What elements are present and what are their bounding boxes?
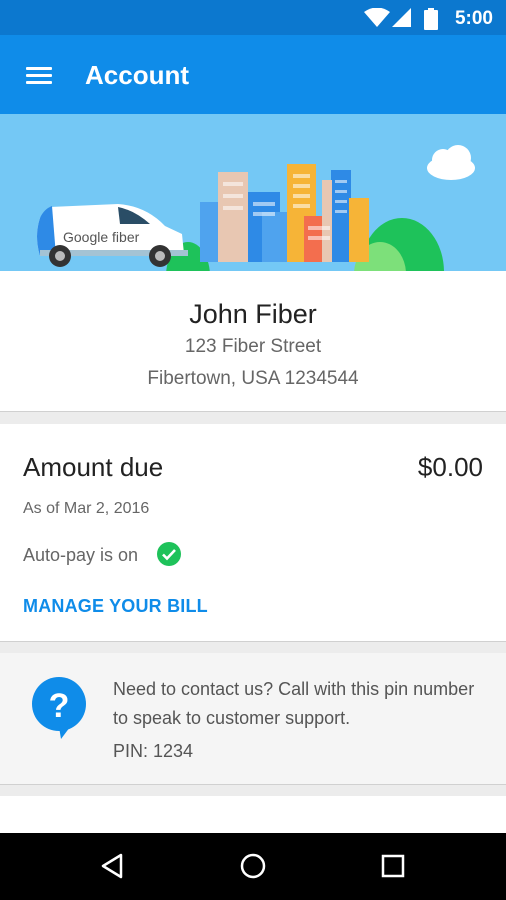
help-icon: ?: [32, 677, 86, 739]
home-icon[interactable]: [238, 851, 268, 881]
support-message: Need to contact us? Call with this pin n…: [113, 679, 475, 728]
app-bar: Account: [0, 35, 506, 114]
address-line-1: 123 Fiber Street: [184, 336, 322, 357]
status-time: 5:00: [454, 8, 493, 29]
address-line-2: Fibertown, USA 1234544: [147, 368, 359, 389]
support-card: ? Need to contact us? Call with this pin…: [0, 653, 506, 785]
status-bar: 5:00: [0, 0, 506, 35]
support-pin: PIN: 1234: [113, 741, 194, 761]
amount-due-value: $0.00: [417, 452, 483, 482]
manage-bill-button[interactable]: MANAGE YOUR BILL: [23, 596, 208, 617]
page-title: Account: [85, 60, 189, 90]
customer-name: John Fiber: [189, 299, 317, 329]
autopay-status: Auto-pay is on: [23, 545, 139, 565]
bill-card: Amount due $0.00 As of Mar 2, 2016 Auto-…: [0, 424, 506, 642]
cloud-icon: [427, 145, 475, 180]
next-card: [0, 796, 506, 833]
profile-card: John Fiber 123 Fiber Street Fibertown, U…: [0, 271, 506, 412]
menu-icon[interactable]: [20, 59, 58, 91]
battery-icon: [424, 8, 438, 30]
van-logo-text: Google fiber: [63, 229, 140, 245]
as-of-date: As of Mar 2, 2016: [23, 500, 150, 517]
check-icon: [157, 542, 181, 566]
navigation-bar: [0, 833, 506, 900]
back-icon[interactable]: [98, 851, 128, 881]
recents-icon[interactable]: [378, 851, 408, 881]
signal-icon: [392, 8, 411, 27]
svg-text:?: ?: [49, 687, 70, 725]
amount-due-label: Amount due: [23, 452, 164, 482]
hero-illustration: Google fiber: [0, 114, 506, 271]
wifi-icon: [364, 8, 390, 27]
